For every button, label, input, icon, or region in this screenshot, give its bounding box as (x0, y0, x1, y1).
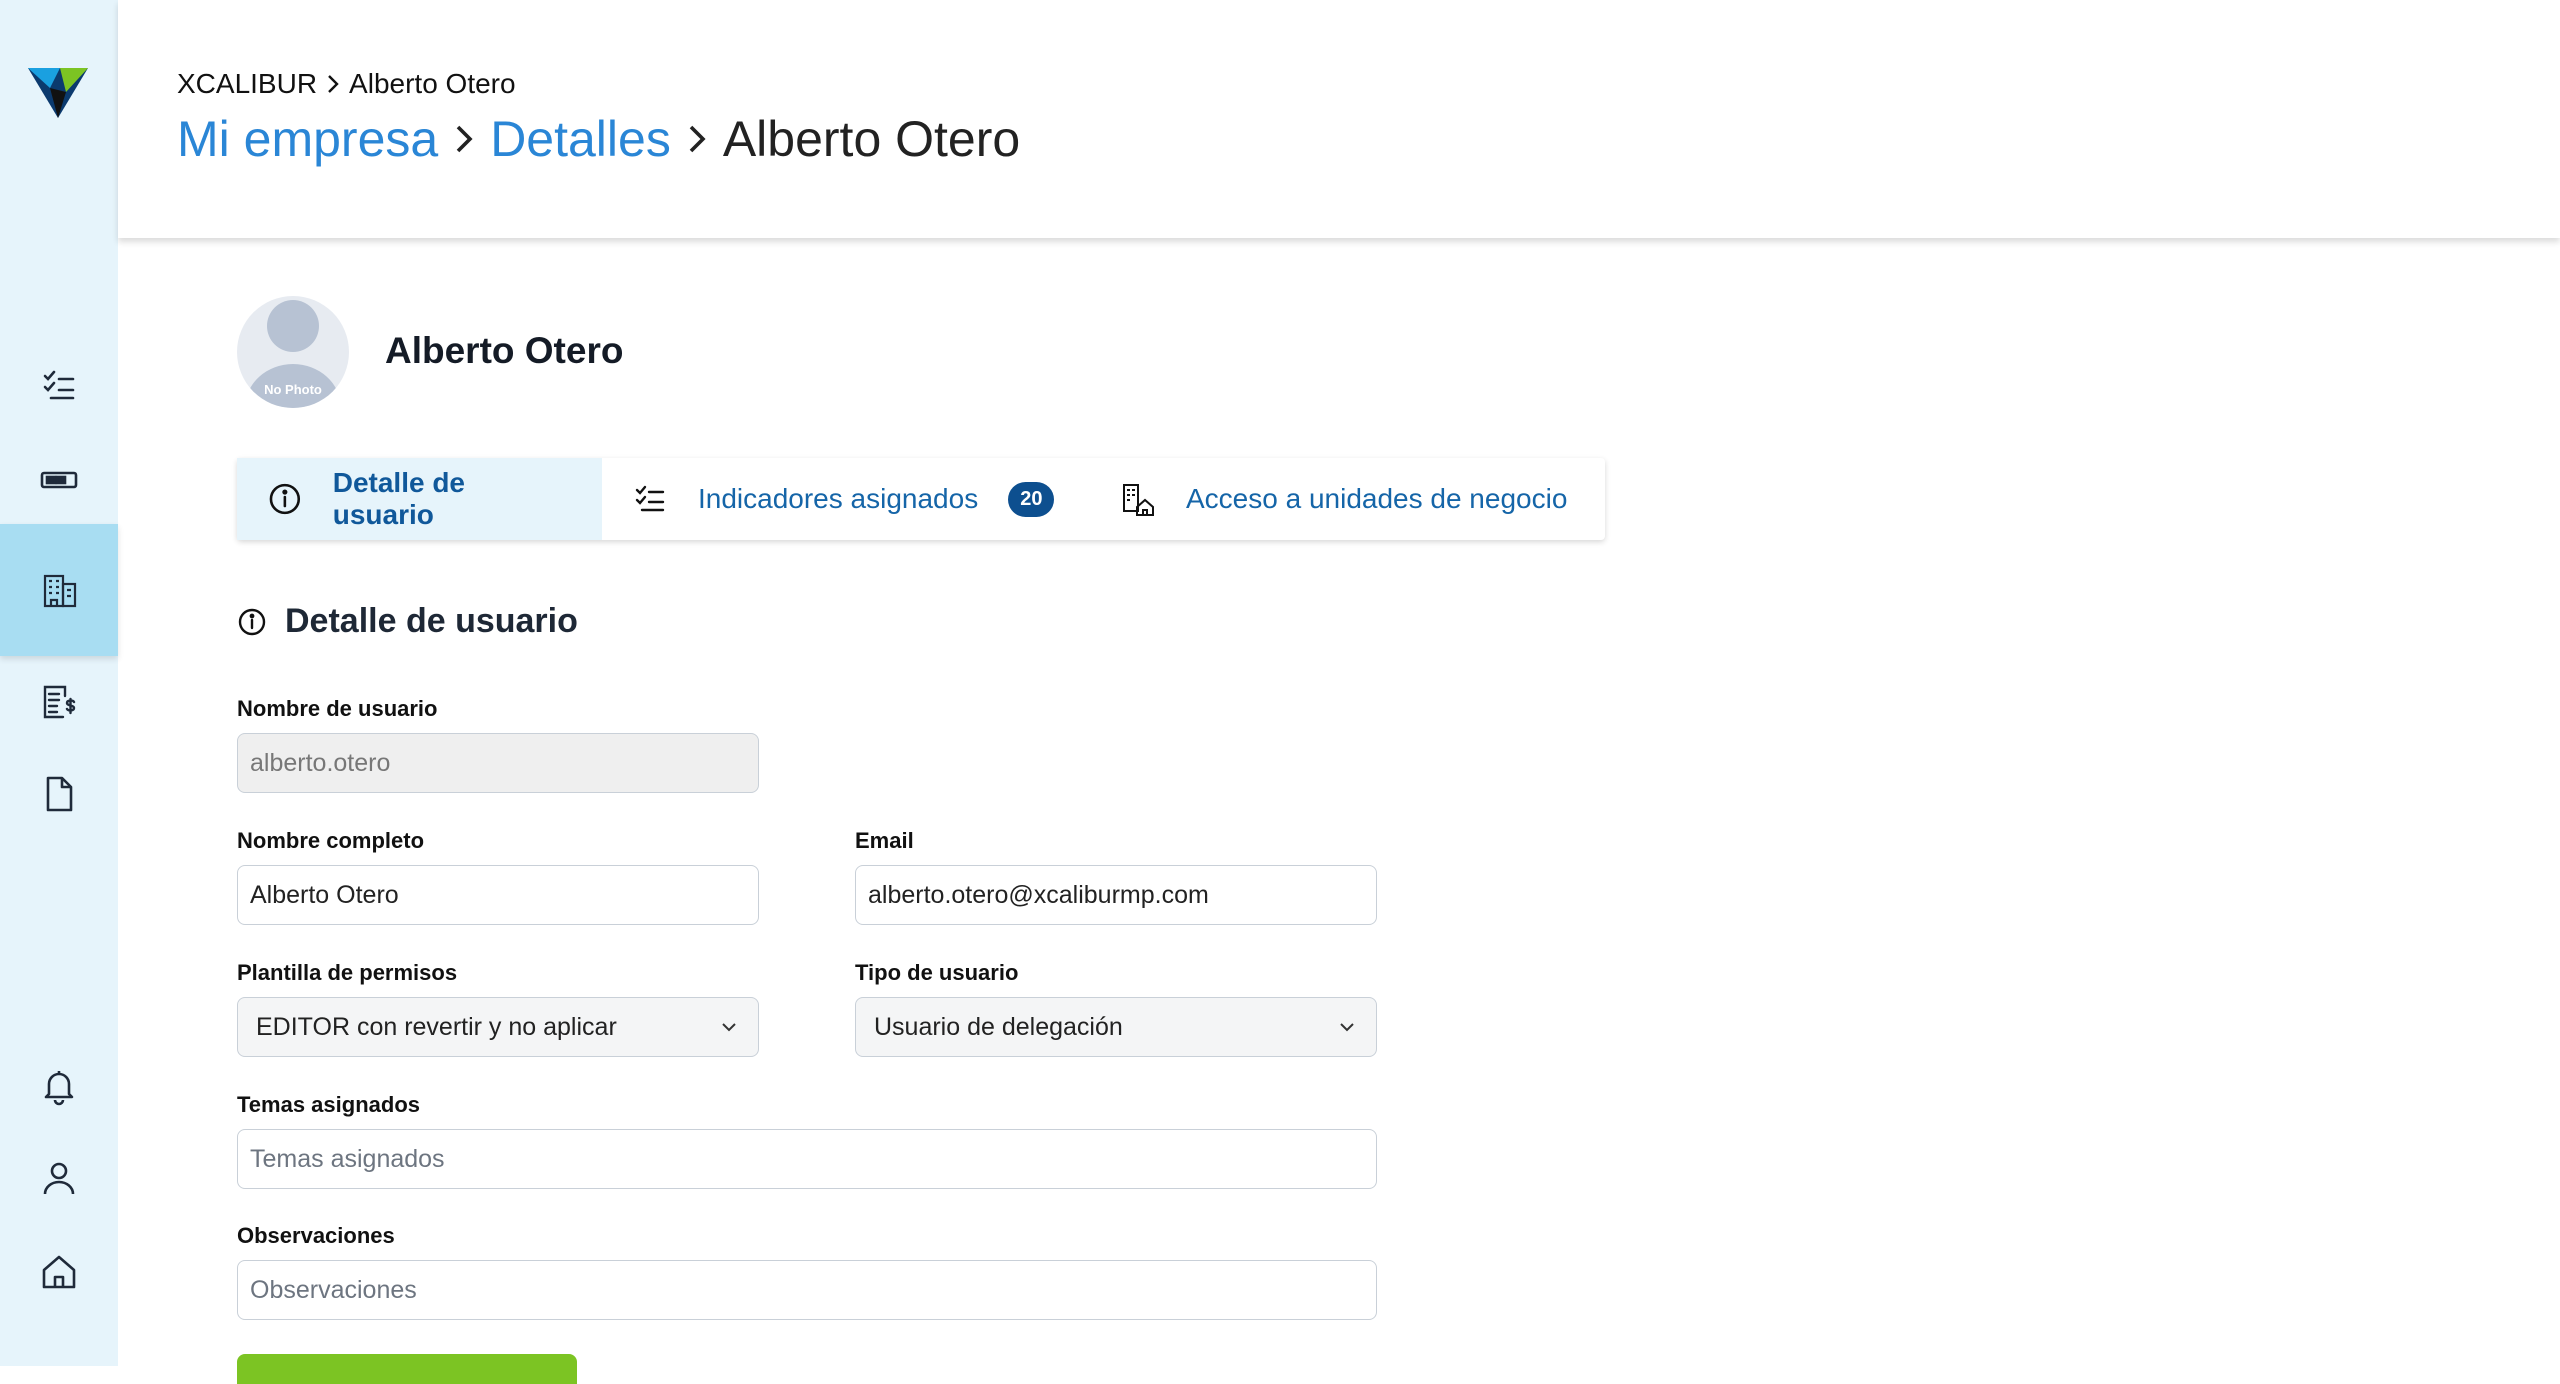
username-label: Nombre de usuario (237, 696, 438, 721)
chevron-down-icon (722, 1023, 736, 1032)
user-name-heading: Alberto Otero (385, 330, 624, 371)
indicator-count-badge: 20 (1008, 481, 1055, 517)
user-type-value: Usuario de delegación (874, 1012, 1123, 1041)
chevron-right-icon (456, 125, 473, 153)
topics-field[interactable] (237, 1129, 1377, 1189)
bell-icon (44, 1071, 74, 1106)
breadcrumb-root[interactable]: XCALIBUR (177, 68, 317, 100)
tab-business-unit-access[interactable]: Acceso a unidades de negocio (1090, 458, 1597, 540)
fullname-value: Alberto Otero (250, 880, 399, 909)
sidebar-item-company[interactable] (0, 524, 118, 656)
chevron-right-icon (328, 75, 339, 93)
user-type-label: Tipo de usuario (855, 960, 1019, 985)
fullname-label: Nombre completo (237, 828, 425, 853)
notes-field[interactable] (237, 1260, 1377, 1320)
xcalibur-logo[interactable] (28, 62, 88, 118)
save-button[interactable] (237, 1354, 577, 1384)
info-icon (238, 608, 266, 635)
sidebar-item-tickets[interactable] (0, 440, 118, 520)
section-title-text: Detalle de usuario (285, 602, 578, 640)
sidebar-item-home[interactable] (0, 1232, 118, 1312)
chevron-down-icon (1340, 1023, 1354, 1032)
section-heading: Detalle de usuario (237, 602, 578, 641)
tab-assigned-indicators[interactable]: Indicadores asignados 20 (602, 458, 1090, 540)
sidebar-item-billing[interactable] (0, 662, 118, 742)
topics-label: Temas asignados (237, 1092, 420, 1117)
tab-bar: Detalle de usuario Indicadores asignados… (237, 458, 1605, 540)
breadcrumb-top: XCALIBUR Alberto Otero (177, 68, 516, 100)
email-label: Email (855, 828, 914, 853)
tab-label: Acceso a unidades de negocio (1186, 483, 1568, 514)
info-icon (269, 483, 301, 515)
sidebar-item-profile[interactable] (0, 1138, 118, 1218)
username-value: alberto.otero (250, 748, 391, 777)
tab-user-detail[interactable]: Detalle de usuario (237, 458, 602, 540)
permissions-label: Plantilla de permisos (237, 960, 458, 985)
sidebar-item-notifications[interactable] (0, 1046, 118, 1126)
sidebar-item-documents[interactable] (0, 754, 118, 834)
user-icon (43, 1162, 75, 1195)
topics-input[interactable] (250, 1144, 1364, 1174)
ticket-icon (40, 471, 78, 489)
breadcrumb: Mi empresa Detalles Alberto Otero (177, 110, 1020, 168)
user-type-select[interactable]: Usuario de delegación (855, 997, 1377, 1057)
tab-label: Detalle de usuario (332, 467, 465, 530)
invoice-dollar-icon (43, 685, 76, 719)
sidebar (0, 0, 118, 1366)
permissions-select[interactable]: EDITOR con revertir y no aplicar (237, 997, 759, 1057)
checklist-icon (635, 485, 665, 512)
building-icon (43, 574, 77, 608)
avatar-no-photo-text: No Photo (264, 382, 322, 397)
fullname-field[interactable]: Alberto Otero (237, 865, 759, 925)
notes-input[interactable] (250, 1275, 1364, 1305)
tab-label: Indicadores asignados (698, 483, 979, 514)
email-value: alberto.otero@xcaliburmp.com (868, 880, 1209, 909)
page-header: XCALIBUR Alberto Otero Mi empresa Detall… (118, 0, 2560, 238)
avatar: No Photo (237, 296, 349, 408)
chevron-right-icon (689, 125, 706, 153)
home-icon (42, 1255, 76, 1289)
checklist-icon (43, 370, 75, 400)
document-icon (46, 776, 73, 812)
breadcrumb-link-details[interactable]: Detalles (490, 110, 671, 168)
building-house-icon (1123, 484, 1154, 516)
sidebar-item-indicators[interactable] (0, 346, 118, 426)
username-field: alberto.otero (237, 733, 759, 793)
permissions-value: EDITOR con revertir y no aplicar (256, 1012, 617, 1041)
breadcrumb-current: Alberto Otero (349, 68, 516, 99)
notes-label: Observaciones (237, 1223, 395, 1248)
page-title: Alberto Otero (722, 111, 1021, 167)
breadcrumb-link-company[interactable]: Mi empresa (177, 110, 438, 168)
email-field[interactable]: alberto.otero@xcaliburmp.com (855, 865, 1377, 925)
